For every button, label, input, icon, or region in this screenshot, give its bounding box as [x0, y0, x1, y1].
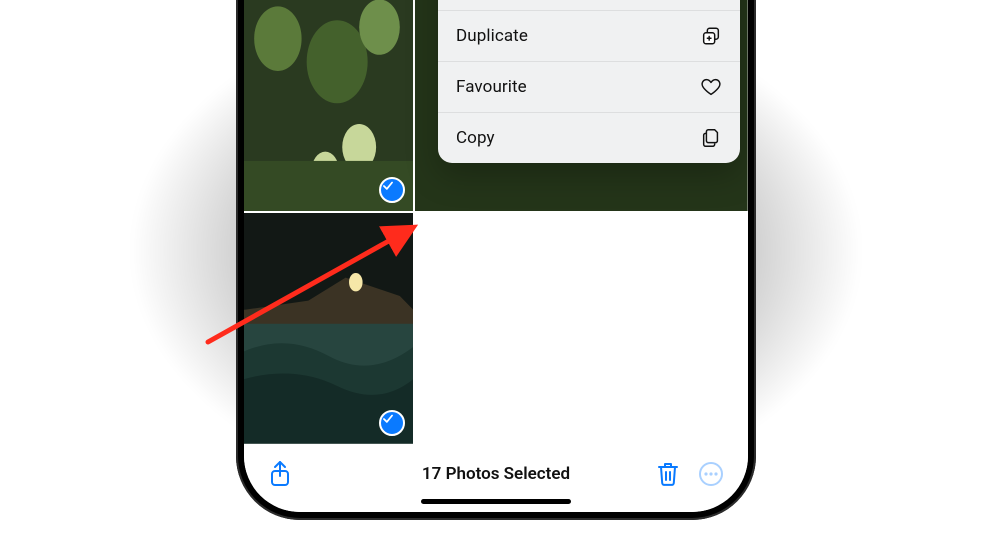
- empty-grid-cell: [415, 213, 748, 444]
- grid-row: [244, 213, 748, 444]
- photo-thumbnail[interactable]: [244, 0, 413, 211]
- phone-screen: 17 Photos Selected: [244, 0, 748, 512]
- more-button[interactable]: [698, 461, 724, 487]
- bottom-toolbar: 17 Photos Selected: [244, 444, 748, 512]
- home-indicator: [421, 499, 571, 504]
- context-menu: Adjust Location Adjust Date & Time: [438, 0, 740, 163]
- menu-item-label: Favourite: [456, 77, 527, 97]
- menu-favourite[interactable]: Favourite: [438, 62, 740, 113]
- photo-thumbnail[interactable]: [244, 213, 413, 444]
- duplicate-icon: [700, 25, 722, 47]
- menu-item-label: Duplicate: [456, 26, 528, 46]
- menu-item-label: Copy: [456, 128, 495, 148]
- heart-icon: [700, 76, 722, 98]
- selection-status: 17 Photos Selected: [244, 464, 748, 484]
- menu-duplicate[interactable]: Duplicate: [438, 11, 740, 62]
- menu-copy[interactable]: Copy: [438, 113, 740, 163]
- copy-doc-icon: [700, 127, 722, 149]
- menu-unhide[interactable]: Unhide: [438, 0, 740, 11]
- phone-frame: 17 Photos Selected: [236, 0, 756, 520]
- ellipsis-circle-icon: [698, 461, 724, 487]
